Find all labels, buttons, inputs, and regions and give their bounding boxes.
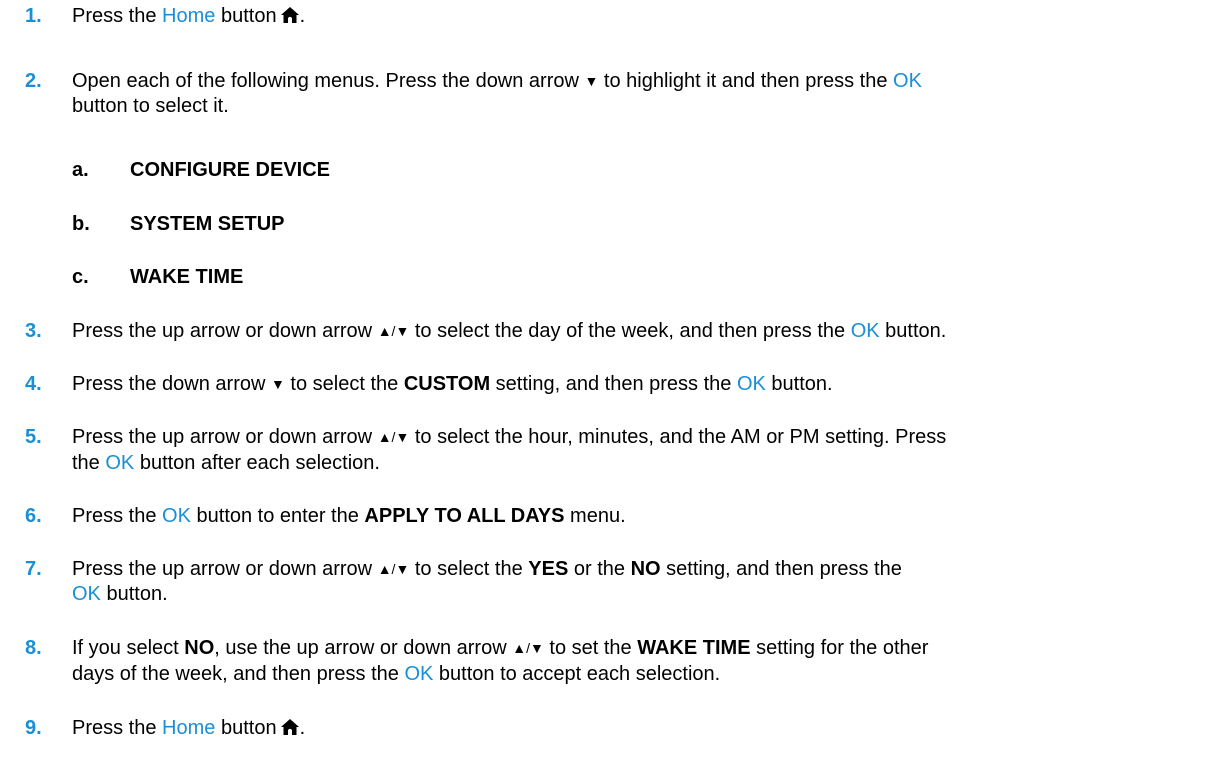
text-fragment: button. bbox=[879, 320, 947, 342]
down-arrow-icon: ▼ bbox=[584, 73, 599, 89]
ok-link[interactable]: OK bbox=[105, 452, 134, 474]
text-fragment: button bbox=[215, 5, 277, 27]
home-icon bbox=[280, 719, 299, 735]
step-number: 6. bbox=[25, 505, 42, 527]
text-fragment: button to accept each selection. bbox=[433, 663, 721, 685]
ok-link[interactable]: OK bbox=[72, 583, 101, 605]
text-fragment: . bbox=[299, 717, 306, 739]
text-fragment: Press the bbox=[72, 717, 163, 739]
menu-name: APPLY TO ALL DAYS bbox=[364, 505, 565, 527]
step-text: Press the up arrow or down arrow ▲/▼ to … bbox=[72, 557, 1217, 582]
setting-name: CUSTOM bbox=[403, 373, 491, 395]
text-fragment: button after each selection. bbox=[134, 452, 380, 474]
setting-name: YES bbox=[528, 558, 569, 580]
setting-name: WAKE TIME bbox=[637, 637, 751, 659]
substep-text: SYSTEM SETUP bbox=[130, 213, 285, 235]
text-fragment: button bbox=[215, 717, 277, 739]
up-down-arrow-icon: ▲/▼ bbox=[377, 323, 410, 339]
text-fragment: the bbox=[72, 452, 106, 474]
text-fragment: to select the hour, minutes, and the AM … bbox=[409, 426, 947, 448]
text-fragment: to select the bbox=[409, 558, 529, 580]
text-fragment: setting for the other bbox=[750, 637, 929, 659]
text-fragment: to select the bbox=[284, 373, 404, 395]
substep-letter: a. bbox=[72, 159, 89, 181]
step-text: Press the OK button to enter the APPLY T… bbox=[72, 504, 1217, 528]
text-fragment: Open each of the following menus. Press … bbox=[72, 70, 579, 92]
step-number: 1. bbox=[25, 5, 42, 27]
step-number: 3. bbox=[25, 320, 42, 342]
up-down-arrow-icon: ▲/▼ bbox=[377, 561, 410, 577]
text-fragment: to set the bbox=[543, 637, 638, 659]
text-fragment: Press the up arrow or down arrow bbox=[72, 558, 373, 580]
step-text: OK button. bbox=[72, 582, 1217, 606]
text-fragment: button. bbox=[765, 373, 833, 395]
step-text: the OK button after each selection. bbox=[72, 451, 1217, 475]
up-down-arrow-icon: ▲/▼ bbox=[377, 429, 410, 445]
text-fragment: menu. bbox=[564, 505, 626, 527]
step-text: Open each of the following menus. Press … bbox=[72, 69, 1217, 94]
step-text: Press the up arrow or down arrow ▲/▼ to … bbox=[72, 319, 1217, 344]
step-number: 2. bbox=[25, 70, 42, 92]
step-text: Press the Home button. bbox=[72, 716, 1217, 740]
substep-text: WAKE TIME bbox=[130, 266, 244, 288]
text-fragment: Press the bbox=[72, 505, 163, 527]
text-fragment: button to enter the bbox=[190, 505, 365, 527]
step-text: button to select it. bbox=[72, 95, 229, 117]
step-number: 9. bbox=[25, 717, 42, 739]
text-fragment: Press the down arrow bbox=[72, 373, 266, 395]
step-text: Press the Home button. bbox=[72, 4, 1217, 28]
text-fragment: Press the bbox=[72, 5, 163, 27]
setting-name: NO bbox=[630, 558, 661, 580]
setting-name: NO bbox=[184, 637, 215, 659]
substep-letter: c. bbox=[72, 266, 89, 288]
step-text: If you select NO, use the up arrow or do… bbox=[72, 636, 1217, 661]
step-number: 7. bbox=[25, 558, 42, 580]
text-fragment: , use the up arrow or down arrow bbox=[214, 637, 507, 659]
text-fragment: button. bbox=[100, 583, 168, 605]
text-fragment: or the bbox=[568, 558, 631, 580]
step-number: 4. bbox=[25, 373, 42, 395]
text-fragment: days of the week, and then press the bbox=[72, 663, 405, 685]
text-fragment: setting, and then press the bbox=[660, 558, 902, 580]
up-down-arrow-icon: ▲/▼ bbox=[512, 640, 544, 656]
text-fragment: . bbox=[299, 5, 306, 27]
step-text: Press the up arrow or down arrow ▲/▼ to … bbox=[72, 425, 1217, 450]
text-fragment: to highlight it and then press the bbox=[598, 70, 894, 92]
home-link[interactable]: Home bbox=[162, 5, 215, 27]
ok-link[interactable]: OK bbox=[893, 70, 922, 92]
text-fragment: Press the up arrow or down arrow bbox=[72, 320, 373, 342]
ok-link[interactable]: OK bbox=[404, 663, 433, 685]
text-fragment: Press the up arrow or down arrow bbox=[72, 426, 373, 448]
down-arrow-icon: ▼ bbox=[270, 376, 285, 392]
step-number: 5. bbox=[25, 426, 42, 448]
step-text: Press the down arrow ▼ to select the CUS… bbox=[72, 372, 1217, 397]
ok-link[interactable]: OK bbox=[851, 320, 880, 342]
step-number: 8. bbox=[25, 637, 42, 659]
substep-text: CONFIGURE DEVICE bbox=[130, 159, 331, 181]
ok-link[interactable]: OK bbox=[737, 373, 766, 395]
ok-link[interactable]: OK bbox=[162, 505, 191, 527]
substep-letter: b. bbox=[72, 213, 90, 235]
text-fragment: to select the day of the week, and then … bbox=[409, 320, 851, 342]
step-text: days of the week, and then press the OK … bbox=[72, 662, 1217, 686]
text-fragment: setting, and then press the bbox=[490, 373, 737, 395]
text-fragment: If you select bbox=[72, 637, 185, 659]
home-icon bbox=[280, 7, 299, 23]
home-link[interactable]: Home bbox=[162, 717, 215, 739]
